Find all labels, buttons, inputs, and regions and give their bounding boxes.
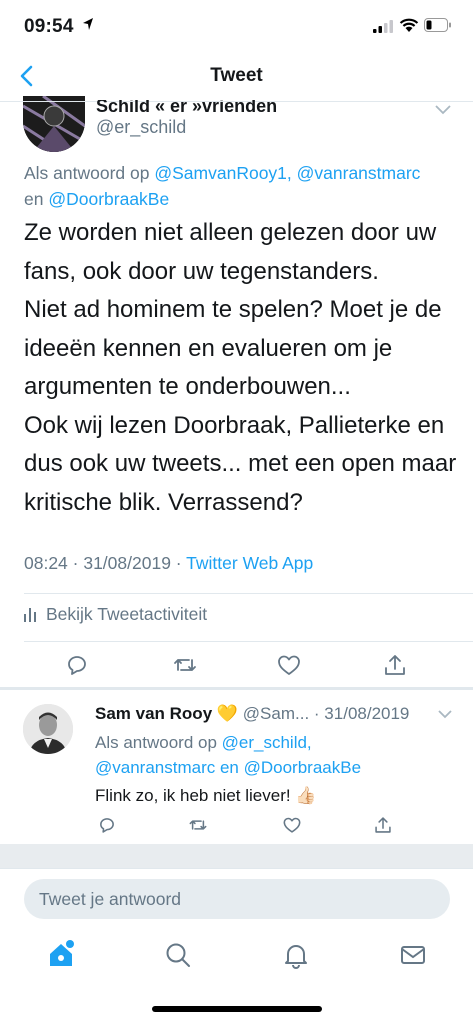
section-divider bbox=[0, 687, 473, 690]
status-time: 09:54 bbox=[24, 16, 74, 37]
retweet-icon bbox=[174, 659, 196, 671]
reply-text: Flink zo, ik heb niet liever! 👍🏻 bbox=[95, 786, 317, 805]
reply-author-avatar[interactable] bbox=[23, 704, 73, 754]
reply-mention-er-schild[interactable]: @er_schild, bbox=[222, 733, 312, 752]
reply-mention-vanranstmarc[interactable]: @vanranstmarc bbox=[95, 758, 215, 777]
grey-spacer bbox=[0, 844, 473, 868]
share-button[interactable] bbox=[373, 815, 393, 835]
reply-context: Als antwoord op @SamvanRooy1, @vanranstm… bbox=[24, 160, 454, 212]
tab-search[interactable] bbox=[163, 940, 193, 970]
like-icon bbox=[278, 655, 300, 675]
reply-author-handle[interactable]: @Sam... bbox=[243, 704, 309, 723]
share-icon bbox=[385, 655, 405, 675]
reply-mention-doorbraak[interactable]: @DoorbraakBe bbox=[244, 758, 361, 777]
divider bbox=[24, 641, 473, 642]
avatar-image bbox=[23, 704, 73, 754]
notifications-icon bbox=[285, 945, 307, 969]
avatar-image bbox=[23, 96, 85, 152]
reply-button[interactable] bbox=[97, 815, 117, 835]
tweet-source-link[interactable]: Twitter Web App bbox=[186, 553, 313, 573]
tab-messages[interactable] bbox=[398, 940, 428, 970]
retweet-icon bbox=[189, 820, 207, 830]
signal-icon bbox=[373, 20, 393, 33]
reply-icon bbox=[100, 818, 114, 833]
reply-compose-input[interactable]: Tweet je antwoord bbox=[24, 879, 450, 919]
reply-and: en bbox=[215, 758, 244, 777]
tab-home[interactable] bbox=[46, 940, 76, 970]
author-handle[interactable]: @er_schild bbox=[96, 117, 186, 138]
reply-date: · 31/08/2019 bbox=[313, 704, 410, 723]
retweet-button[interactable] bbox=[172, 652, 198, 678]
reply-and: en bbox=[24, 189, 49, 209]
search-icon bbox=[166, 943, 190, 967]
share-icon bbox=[375, 817, 391, 833]
reply-prefix: Als antwoord op bbox=[95, 733, 222, 752]
battery-icon bbox=[424, 18, 451, 32]
author-avatar[interactable] bbox=[23, 96, 85, 152]
like-button[interactable] bbox=[282, 815, 302, 835]
home-indicator bbox=[152, 1006, 322, 1012]
chevron-down-icon[interactable] bbox=[437, 709, 453, 719]
like-icon bbox=[283, 817, 301, 833]
reply-icon bbox=[68, 656, 86, 675]
wifi-icon bbox=[399, 18, 419, 32]
divider bbox=[0, 868, 473, 869]
reply-mentions-link[interactable]: @SamvanRooy1, @vanranstmarc bbox=[154, 163, 420, 183]
tweet-activity-link[interactable]: Bekijk Tweetactiviteit bbox=[24, 604, 207, 625]
tweet-activity-label: Bekijk Tweetactiviteit bbox=[46, 604, 208, 624]
tab-notifications[interactable] bbox=[281, 940, 311, 970]
reply-header: Sam van Rooy 💛 @Sam... · 31/08/2019 bbox=[95, 704, 409, 724]
retweet-button[interactable] bbox=[188, 815, 208, 835]
author-name[interactable]: Schild « er »vrienden bbox=[96, 100, 277, 116]
divider bbox=[24, 593, 473, 594]
chevron-down-icon[interactable] bbox=[434, 104, 452, 116]
reply-context: Als antwoord op @er_schild, @vanranstmar… bbox=[95, 730, 425, 780]
analytics-icon bbox=[24, 607, 36, 622]
reply-mention-doorbraak[interactable]: @DoorbraakBe bbox=[48, 189, 169, 209]
notification-dot bbox=[66, 940, 74, 948]
share-button[interactable] bbox=[382, 652, 408, 678]
messages-icon bbox=[401, 946, 425, 964]
location-arrow-icon bbox=[83, 18, 93, 30]
badge-heart-icon: 💛 bbox=[216, 704, 239, 723]
reply-prefix: Als antwoord op bbox=[24, 163, 155, 183]
reply-button[interactable] bbox=[64, 652, 90, 678]
page-title: Tweet bbox=[210, 65, 263, 86]
reply-author-name[interactable]: Sam van Rooy bbox=[95, 704, 212, 723]
tweet-text: Ze worden niet alleen gelezen door uw fa… bbox=[24, 219, 457, 516]
like-button[interactable] bbox=[276, 652, 302, 678]
tweet-meta: 08:24 · 31/08/2019 · Twitter Web App bbox=[24, 553, 313, 574]
tweet-timestamp: 08:24 · 31/08/2019 · bbox=[24, 553, 187, 573]
compose-placeholder: Tweet je antwoord bbox=[39, 889, 182, 909]
